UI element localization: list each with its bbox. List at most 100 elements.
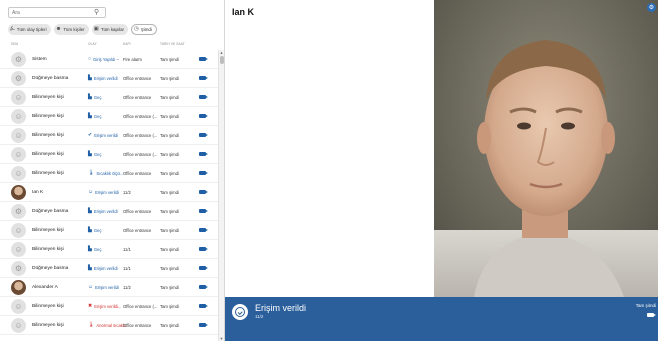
row-status-label: Giriş Yapıldı – xyxy=(93,57,119,62)
camera-icon[interactable] xyxy=(199,285,208,289)
row-person-name: Bilinmeyen kişi xyxy=(32,133,64,138)
row-person-name: Bilinmeyen kişi xyxy=(32,228,64,233)
camera-icon[interactable] xyxy=(199,209,208,213)
column-header-name[interactable]: İsim xyxy=(11,42,18,46)
row-datetime: Tam şimdi xyxy=(160,171,179,176)
search-icon[interactable]: ⚲ xyxy=(94,9,99,16)
snapshot-photo[interactable]: ⚙ xyxy=(434,0,658,297)
column-header-door[interactable]: Kapı xyxy=(123,42,131,46)
row-person-name: Bilinmeyen kişi xyxy=(32,152,64,157)
list-item[interactable]: ☺ Bilinmeyen kişi 🌡 Anormal sıcaklı... Offic… xyxy=(0,316,218,335)
list-item[interactable]: ⚙ Sistem ○ Giriş Yapıldı – Fire alarm Tam şim… xyxy=(0,50,218,69)
bell-icon: ⍼ xyxy=(10,25,15,32)
row-status-label: Erişim verildi xyxy=(93,76,118,81)
row-person-name: Bilinmeyen kişi xyxy=(32,114,64,119)
filter-time[interactable]: ◷ Şimdi xyxy=(131,24,157,35)
list-item[interactable]: ☺ Bilinmeyen kişi ✖ Erişim verildi... Office… xyxy=(0,297,218,316)
clock-icon: ◷ xyxy=(134,25,139,32)
camera-icon[interactable] xyxy=(199,247,208,251)
row-datetime: Tam şimdi xyxy=(160,76,179,81)
row-status-label: Geç xyxy=(93,228,102,233)
search-input[interactable] xyxy=(12,9,94,16)
row-person-name: Düğmeye basma xyxy=(32,76,69,81)
filter-people[interactable]: ☻ Tüm kişiler xyxy=(53,24,89,35)
system-gear-icon: ⚙ xyxy=(11,52,26,67)
list-scrollbar[interactable]: ▲ ▼ xyxy=(218,50,224,341)
list-item[interactable]: ⚙ Düğmeye basma ▙ Erişim verildi 11/1 Tam şim… xyxy=(0,259,218,278)
detail-info-area: Ian K xyxy=(225,0,434,297)
detail-person-name: Ian K xyxy=(232,7,255,17)
face-snapshot-image xyxy=(434,0,658,297)
row-person-name: Ian K xyxy=(32,190,44,195)
scroll-thumb[interactable] xyxy=(220,56,224,64)
list-item[interactable]: ☺ Bilinmeyen kişi ▙ Geç Office entrance (...… xyxy=(0,107,218,126)
unknown-person-icon: ☺ xyxy=(11,299,26,314)
row-event-status: ▙ Erişim verildi xyxy=(88,265,118,272)
list-item[interactable]: ☺ Bilinmeyen kişi ▙ Geç Office entrance (...… xyxy=(0,145,218,164)
row-status-label: Sıcaklık ölçü... xyxy=(96,171,124,176)
row-datetime: Tam şimdi xyxy=(160,323,179,328)
column-header-datetime[interactable]: Tarih ve saat xyxy=(160,42,185,46)
camera-icon[interactable] xyxy=(199,57,208,61)
filter-bar: ⍼ Tüm olay tipleri ☻ Tüm kişiler ▣ Tüm k… xyxy=(8,24,157,35)
camera-icon[interactable] xyxy=(199,190,208,194)
camera-icon[interactable] xyxy=(199,133,208,137)
list-item[interactable]: ☺ Bilinmeyen kişi ▙ Geç Office entrance Tam ş… xyxy=(0,88,218,107)
list-item[interactable]: ⚙ Düğmeye basma ▙ Erişim verildi Office entr… xyxy=(0,69,218,88)
camera-icon[interactable] xyxy=(199,95,208,99)
camera-icon[interactable] xyxy=(199,323,208,327)
event-list-panel: ⚲ ⍼ Tüm olay tipleri ☻ Tüm kişiler ▣ Tüm… xyxy=(0,0,225,341)
row-person-name: Sistem xyxy=(32,57,47,62)
row-event-status: ▙ Erişim verildi xyxy=(88,76,118,82)
list-item[interactable]: Alexander A ☺ Erişim verildi 11/2 Tam şimdi xyxy=(0,278,218,297)
row-status-label: Erişim verildi xyxy=(93,209,118,214)
camera-icon[interactable] xyxy=(199,152,208,156)
list-item[interactable]: ⚙ Düğmeye basma ▙ Erişim verildi Office entr… xyxy=(0,202,218,221)
row-door: 11/1 xyxy=(123,247,131,252)
row-status-icon: ▙ xyxy=(88,113,92,119)
camera-icon[interactable] xyxy=(199,228,208,232)
row-person-name: Düğmeye basma xyxy=(32,209,69,214)
row-status-label: Erişim verildi xyxy=(95,190,119,195)
row-datetime: Tam şimdi xyxy=(160,209,179,214)
row-status-icon: ▙ xyxy=(88,265,92,271)
column-header-event[interactable]: Olay xyxy=(88,42,97,46)
filter-doors[interactable]: ▣ Tüm kapılar xyxy=(91,24,128,35)
list-item[interactable]: ☺ Bilinmeyen kişi ▙ Geç Office entrance Tam ş… xyxy=(0,221,218,240)
row-status-icon: ▙ xyxy=(88,227,92,233)
list-item[interactable]: ☺ Bilinmeyen kişi ✔ Erişim verildi Office en… xyxy=(0,126,218,145)
filter-doors-label: Tüm kapılar xyxy=(100,27,124,32)
row-datetime: Tam şimdi xyxy=(160,266,179,271)
camera-icon[interactable] xyxy=(199,76,208,80)
camera-icon[interactable] xyxy=(199,266,208,270)
row-datetime: Tam şimdi xyxy=(160,133,179,138)
row-datetime: Tam şimdi xyxy=(160,95,179,100)
scroll-up-icon[interactable]: ▲ xyxy=(219,50,224,55)
camera-icon[interactable] xyxy=(647,313,656,317)
row-datetime: Tam şimdi xyxy=(160,114,179,119)
filter-event-types[interactable]: ⍼ Tüm olay tipleri xyxy=(8,24,51,35)
row-door: Office entrance xyxy=(123,323,152,328)
row-person-name: Bilinmeyen kişi xyxy=(32,304,64,309)
person-icon: ☻ xyxy=(55,25,62,32)
list-item[interactable]: ☺ Bilinmeyen kişi 🌡 Sıcaklık ölçü... Office … xyxy=(0,164,218,183)
row-event-status: ✔ Erişim verildi xyxy=(88,133,118,139)
row-event-status: 🌡 Sıcaklık ölçü... xyxy=(88,171,124,177)
list-item[interactable]: Ian K ☺ Erişim verildi 11/2 Tam şimdi xyxy=(0,183,218,202)
camera-icon[interactable] xyxy=(199,171,208,175)
camera-icon[interactable] xyxy=(199,304,208,308)
avatar-photo xyxy=(11,280,26,295)
row-event-status: ▙ Geç xyxy=(88,113,102,120)
settings-gear-icon[interactable]: ⚙ xyxy=(647,3,656,12)
row-status-icon: ▙ xyxy=(88,208,92,214)
list-item[interactable]: ☺ Bilinmeyen kişi ▙ Geç 11/1 Tam şimdi xyxy=(0,240,218,259)
search-box[interactable]: ⚲ xyxy=(8,7,106,18)
unknown-person-icon: ☺ xyxy=(11,223,26,238)
row-status-icon: ▙ xyxy=(88,151,92,157)
row-datetime: Tam şimdi xyxy=(160,285,179,290)
camera-icon[interactable] xyxy=(199,114,208,118)
scroll-down-icon[interactable]: ▼ xyxy=(219,336,224,341)
row-door: 11/2 xyxy=(123,285,131,290)
row-event-status: ✖ Erişim verildi... xyxy=(88,304,121,310)
event-list: ⚙ Sistem ○ Giriş Yapıldı – Fire alarm Tam şim… xyxy=(0,50,218,341)
